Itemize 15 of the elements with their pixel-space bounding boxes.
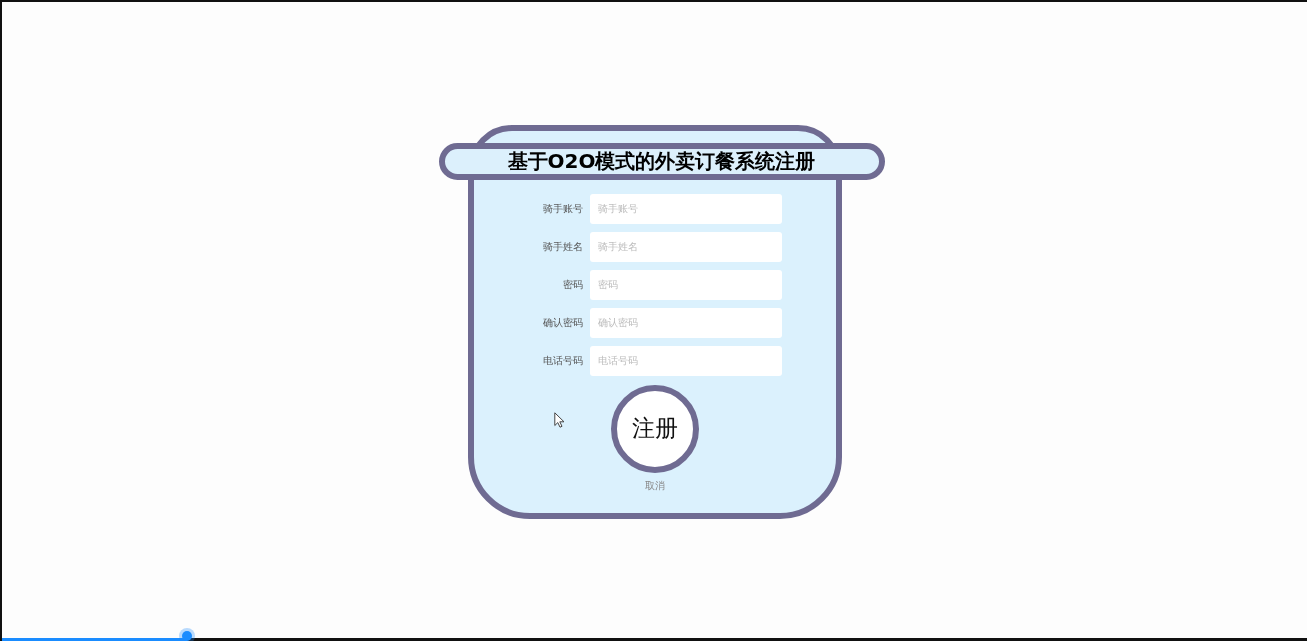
title-banner: 基于O2O模式的外卖订餐系统注册 <box>438 142 885 180</box>
input-field[interactable]: 电话号码 <box>589 345 782 376</box>
field-label: 确认密码 <box>541 316 583 330</box>
field-label: 骑手账号 <box>541 202 583 216</box>
field-label: 骑手姓名 <box>541 240 583 254</box>
field-label: 电话号码 <box>541 354 583 368</box>
field-label: 密码 <box>561 278 583 292</box>
video-progress-track[interactable] <box>2 627 1307 641</box>
input-field[interactable]: 确认密码 <box>589 307 782 338</box>
register-button[interactable]: 注册 <box>610 384 699 473</box>
cursor-icon <box>553 411 565 428</box>
input-field[interactable]: 骑手姓名 <box>589 231 782 262</box>
input-field[interactable]: 密码 <box>589 269 782 300</box>
progress-thumb[interactable] <box>178 627 197 641</box>
input-field[interactable]: 骑手账号 <box>589 193 782 224</box>
